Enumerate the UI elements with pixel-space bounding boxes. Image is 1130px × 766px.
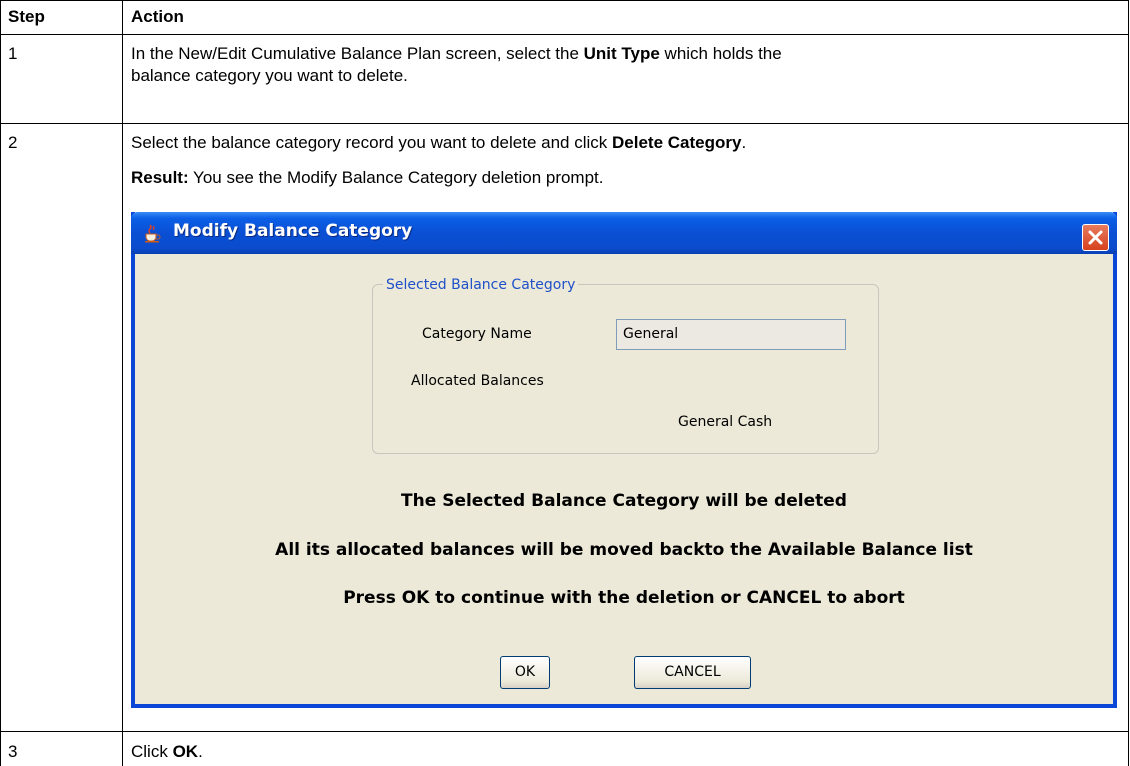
row3-bold: OK [172,742,199,761]
close-icon [1088,230,1103,245]
table-divider [0,731,1129,732]
message-line-1: The Selected Balance Category will be de… [401,491,847,511]
table-border-left [0,0,1,766]
row1-text-a: In the New/Edit Cumulative Balance Plan … [131,44,584,63]
group-title: Selected Balance Category [383,277,579,293]
result-text: You see the Modify Balance Category dele… [188,168,604,187]
table-divider [0,34,1129,35]
result-label: Result: [131,168,189,187]
table-column-divider [122,0,123,766]
row2-step: 2 [8,133,18,152]
java-cup-icon [142,223,162,243]
row1-bold: Unit Type [583,44,660,63]
row2-result: Result: You see the Modify Balance Categ… [131,167,604,189]
row1-step: 1 [8,44,18,63]
table-border-top [0,0,1129,1]
category-name-field[interactable]: General [616,319,846,350]
row2-text-a: Select the balance category record you w… [131,133,613,152]
row2-action: Select the balance category record you w… [131,132,746,154]
allocated-balance-item[interactable]: General Cash [678,414,772,430]
row1-text-b: which holds the [659,44,782,63]
row2-text-b: . [741,133,747,152]
dialog-title: Modify Balance Category [173,221,413,241]
category-name-label: Category Name [422,326,532,342]
table-divider [0,123,1129,124]
ok-button[interactable]: OK [500,656,550,689]
row1-text-c: balance category you want to delete. [131,66,408,85]
row1-action: In the New/Edit Cumulative Balance Plan … [131,43,782,65]
allocated-balances-label: Allocated Balances [411,373,544,389]
row3-text-a: Click [131,742,173,761]
row3-action: Click OK. [131,741,203,763]
row3-text-b: . [198,742,203,761]
selected-category-group [372,284,879,454]
row3-step: 3 [8,742,18,761]
header-step: Step [8,7,45,26]
header-action: Action [131,7,184,26]
table-border-right [1128,0,1129,766]
message-line-3: Press OK to continue with the deletion o… [343,588,905,608]
cancel-button[interactable]: CANCEL [634,656,751,689]
close-button[interactable] [1082,224,1109,251]
message-line-2: All its allocated balances will be moved… [275,540,973,560]
row2-bold: Delete Category [612,133,742,152]
